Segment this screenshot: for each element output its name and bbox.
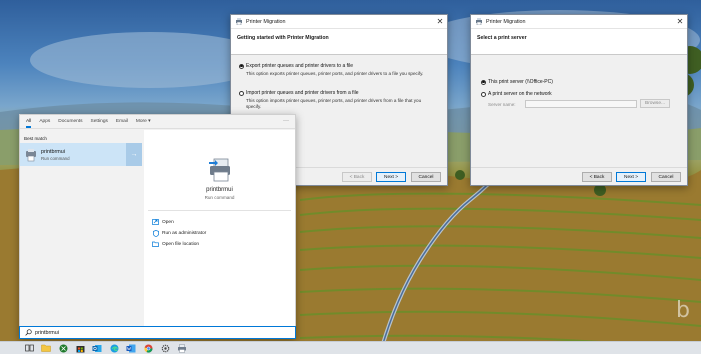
bing-watermark: b [676, 298, 690, 323]
taskbar [0, 341, 701, 354]
open-icon [152, 219, 159, 225]
export-option-description: This option exports printer queues, prin… [246, 71, 424, 76]
printer-icon [236, 18, 242, 25]
best-match-result[interactable]: printbrmui Run command → [20, 143, 142, 166]
export-radio[interactable] [239, 63, 244, 69]
search-tabs: All Apps Documents Settings Email More ▾… [20, 115, 295, 129]
back-button[interactable]: < Back [582, 172, 612, 182]
network-server-radio[interactable] [481, 91, 486, 97]
cancel-button[interactable]: Cancel [651, 172, 681, 182]
word-icon[interactable] [125, 343, 137, 353]
local-server-option[interactable]: This print server (\\Office-PC) [481, 79, 553, 85]
import-radio[interactable] [239, 90, 244, 96]
dialog-title: Printer Migration [246, 18, 286, 25]
xbox-icon[interactable] [57, 343, 69, 353]
results-list: Best match printbrmui Run command → [20, 130, 142, 338]
import-option[interactable]: Import printer queues and printer driver… [239, 90, 359, 96]
preview-app-name: printbrmui [206, 187, 233, 193]
tab-settings[interactable]: Settings [91, 115, 108, 129]
store-icon[interactable] [74, 343, 86, 353]
action-open[interactable]: Open [152, 219, 174, 225]
printer-migration-dialog-server: Printer Migration ✕ Select a print serve… [470, 14, 688, 186]
dialog-title: Printer Migration [486, 18, 526, 25]
back-button[interactable]: < Back [342, 172, 372, 182]
dialog-body: This print server (\\Office-PC) A print … [471, 55, 687, 185]
search-query: printbrmui [35, 329, 59, 336]
folder-icon [152, 241, 159, 247]
network-server-option[interactable]: A print server on the network [481, 91, 552, 97]
footer-divider [471, 167, 687, 168]
server-name-input[interactable] [525, 100, 637, 108]
export-option[interactable]: Export printer queues and printer driver… [239, 63, 353, 69]
printer-app-icon [209, 158, 230, 182]
start-search-panel: All Apps Documents Settings Email More ▾… [19, 114, 296, 339]
browse-button[interactable]: Browse... [640, 99, 670, 108]
best-match-heading: Best match [24, 136, 47, 141]
tab-all[interactable]: All [26, 115, 32, 129]
dialog-header: Getting started with Printer Migration [231, 29, 447, 55]
tab-documents[interactable]: Documents [58, 115, 82, 129]
action-open-file-location[interactable]: Open file location [152, 241, 199, 247]
tab-email[interactable]: Email [116, 115, 128, 129]
close-icon[interactable]: ✕ [673, 15, 687, 29]
next-button[interactable]: Next > [376, 172, 406, 182]
preview-app-subtitle: Run command [204, 195, 235, 200]
action-run-as-admin-label: Run as administrator [162, 230, 207, 236]
action-open-label: Open [162, 219, 174, 225]
tab-apps[interactable]: Apps [39, 115, 50, 129]
task-view-icon[interactable] [23, 343, 35, 353]
action-open-file-location-label: Open file location [162, 241, 200, 247]
close-icon[interactable]: ✕ [433, 15, 447, 29]
server-name-label: Server name: [488, 102, 516, 107]
local-server-radio[interactable] [481, 79, 486, 85]
chrome-icon[interactable] [142, 343, 154, 353]
taskbar-search-input[interactable]: printbrmui [19, 326, 296, 339]
network-server-label: A print server on the network [488, 91, 552, 97]
outlook-icon[interactable] [91, 343, 103, 353]
shield-icon [152, 229, 159, 237]
search-icon [25, 329, 32, 336]
printer-icon [476, 18, 482, 25]
file-explorer-icon[interactable] [40, 343, 52, 353]
export-option-label: Export printer queues and printer driver… [246, 63, 353, 69]
settings-icon[interactable] [159, 343, 171, 353]
next-button[interactable]: Next > [616, 172, 646, 182]
result-subtitle: Run command [41, 155, 70, 161]
result-name: printbrmui [41, 148, 65, 155]
preview-pane: printbrmui Run command Open Run as admin… [144, 130, 295, 338]
dialog-titlebar: Printer Migration ✕ [471, 15, 687, 29]
tab-more[interactable]: More ▾ [136, 115, 151, 129]
local-server-label: This print server (\\Office-PC) [488, 79, 553, 85]
edge-icon[interactable] [108, 343, 120, 353]
printer-migration-taskbar-icon[interactable] [176, 343, 188, 353]
expand-arrow-icon[interactable]: → [126, 143, 142, 166]
action-run-as-admin[interactable]: Run as administrator [152, 229, 207, 237]
import-option-description: This option imports printer queues, prin… [246, 98, 422, 109]
app-icon [26, 148, 36, 161]
dialog-header: Select a print server [471, 29, 687, 55]
more-options-icon[interactable]: ··· [283, 118, 289, 124]
dialog-titlebar: Printer Migration ✕ [231, 15, 447, 29]
cancel-button[interactable]: Cancel [411, 172, 441, 182]
import-option-label: Import printer queues and printer driver… [246, 90, 359, 96]
preview-divider [148, 210, 291, 211]
